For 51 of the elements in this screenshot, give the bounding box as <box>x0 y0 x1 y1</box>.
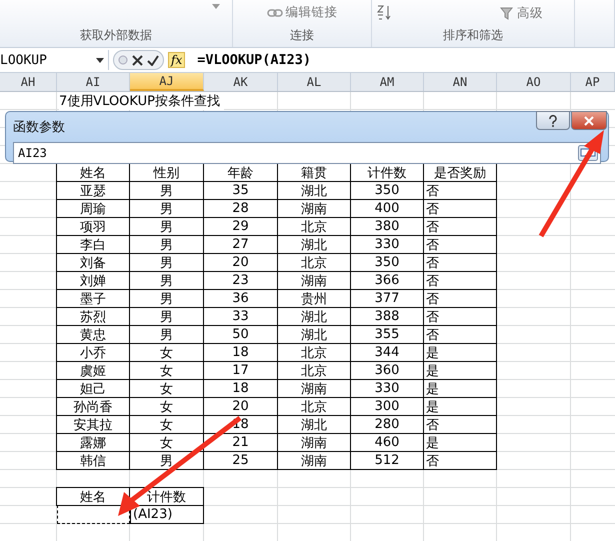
table-cell: 是 <box>423 361 497 380</box>
circle-icon <box>118 55 128 65</box>
group-label: 获取外部数据 <box>80 27 152 44</box>
caret-icon[interactable] <box>96 58 104 62</box>
table-cell: 湖南 <box>277 451 351 470</box>
table-cell: 是 <box>423 433 497 452</box>
cancel-icon[interactable] <box>132 54 143 66</box>
table-cell: 是 <box>423 379 497 398</box>
insert-function-button[interactable]: fx <box>168 52 186 68</box>
edit-links-button[interactable]: 编辑链接 <box>264 4 340 21</box>
table-cell: 否 <box>423 217 497 236</box>
table-cell: 否 <box>423 307 497 326</box>
column-header[interactable]: AO <box>497 73 571 91</box>
argument-input-field[interactable]: AI23 <box>13 142 601 164</box>
filter-icon <box>500 6 514 20</box>
dialog-title: 函数参数 <box>13 120 65 135</box>
table-cell: 否 <box>423 235 497 254</box>
column-header[interactable]: AN <box>424 73 497 91</box>
table-cell: 是 <box>423 343 497 362</box>
column-header[interactable]: AH <box>0 73 57 91</box>
active-cell[interactable]: (AI23) <box>130 505 204 524</box>
link-icon <box>266 8 282 18</box>
column-header[interactable]: AK <box>204 73 278 91</box>
close-button[interactable] <box>571 111 607 130</box>
sheet-title: 7使用VLOOKUP按条件查找 <box>59 92 224 110</box>
table-cell: 是 <box>423 397 497 416</box>
table-cell: 韩信 <box>56 451 130 470</box>
formula-text[interactable]: =VLOOKUP(AI23) <box>197 52 312 68</box>
table-cell: 否 <box>423 415 497 434</box>
name-box[interactable]: LOOKUP <box>0 50 109 70</box>
column-header[interactable]: AP <box>571 73 615 91</box>
table-cell: 否 <box>423 199 497 218</box>
sort-icon[interactable] <box>376 4 392 22</box>
table-cell: 否 <box>423 325 497 344</box>
group-label: 连接 <box>290 27 314 44</box>
table-cell: 25 <box>203 451 278 470</box>
close-icon <box>584 116 594 126</box>
table-cell: 否 <box>423 271 497 290</box>
help-button[interactable] <box>536 111 570 130</box>
group-label: 排序和筛选 <box>443 27 503 44</box>
check-icon[interactable] <box>147 54 159 66</box>
table-cell: 否 <box>423 181 497 200</box>
table-cell: 否 <box>423 451 497 470</box>
column-header[interactable]: AM <box>351 73 424 91</box>
column-header[interactable]: AJ <box>130 73 204 91</box>
table-cell: 512 <box>350 451 424 470</box>
advanced-filter-button[interactable]: 高级 <box>497 4 546 22</box>
table-cell: 否 <box>423 289 497 308</box>
table-cell: 否 <box>423 253 497 272</box>
help-icon <box>549 114 557 126</box>
column-header[interactable]: AL <box>278 73 351 91</box>
